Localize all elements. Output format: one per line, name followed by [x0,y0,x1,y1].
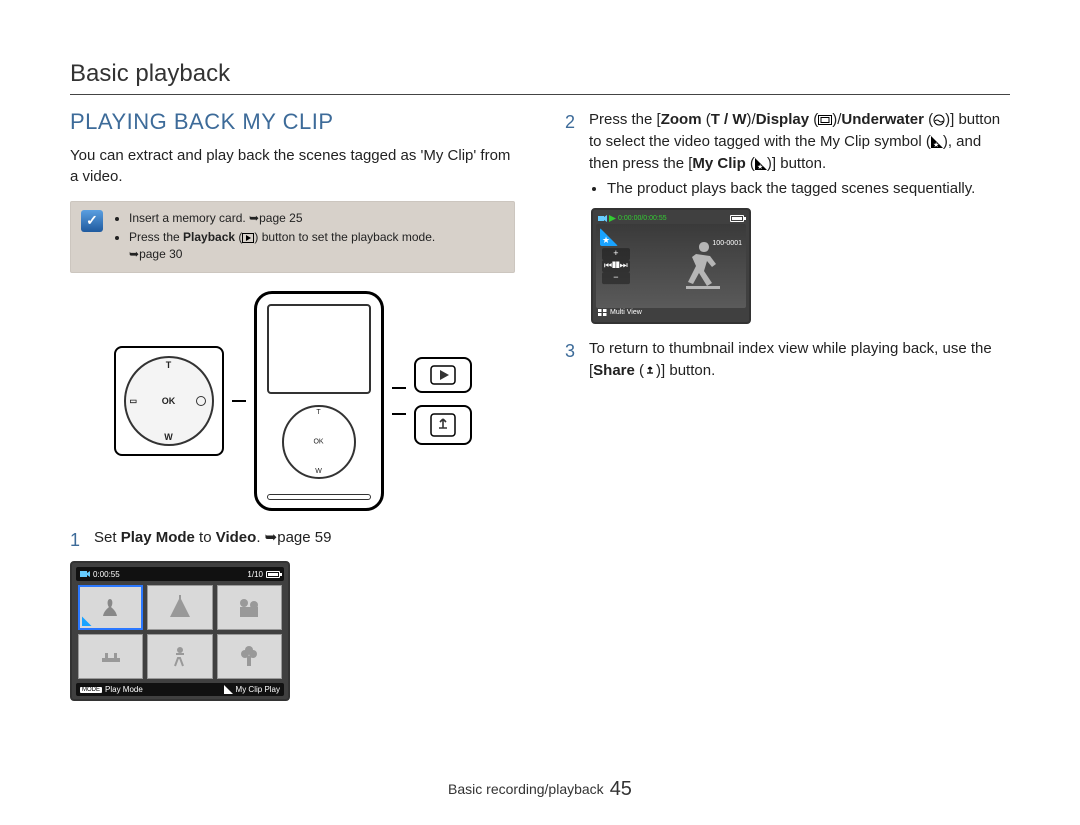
underwater-icon [933,114,945,126]
battery-icon [730,215,744,222]
play-status-icon [609,215,616,222]
myclip-tag-icon [600,228,618,246]
note-item: Insert a memory card. ➥page 25 [129,210,435,227]
myclip-tag-icon: ★ [931,136,943,148]
playback-button-callout [414,357,472,393]
note-box: ✓ Insert a memory card. ➥page 25 Press t… [70,201,515,273]
underwater-icon [196,396,206,406]
myclip-tag-icon [82,616,92,626]
myclip-icon: ★ [755,158,767,170]
left-column: PLAYING BACK MY CLIP You can extract and… [70,109,515,701]
arrow-icon: ➥ [129,246,139,263]
display-icon: ▭ [130,397,138,406]
mode-badge: MODE [80,687,102,693]
arrow-icon: ➥ [249,210,259,227]
arrow-icon: ➥ [265,527,278,549]
myclip-icon [224,685,233,694]
page-footer: Basic recording/playback45 [0,778,1080,801]
battery-icon [266,571,280,578]
playback-icon [242,233,254,243]
camera-body: T W OK [254,291,384,511]
video-mode-icon [598,214,607,223]
note-item: Press the Playback () button to set the … [129,229,435,263]
section-title: PLAYING BACK MY CLIP [70,109,515,135]
share-icon [644,365,656,377]
display-icon [818,115,832,125]
playback-controls: + ⏮❚❚⏭ − [602,248,630,284]
svg-text:★: ★ [933,141,939,148]
svg-text:★: ★ [757,163,763,170]
share-button-callout [414,405,472,445]
thumbnail-view-screenshot: 0:00:55 1/10 MODEPlay Mode My Clip Play [70,561,290,701]
divider [70,94,1010,95]
step-3: 3 To return to thumbnail index view whil… [565,338,1010,382]
playback-view-screenshot: 0:00:00/0:00:55 100-0001 + ⏮❚❚⏭ − [591,208,751,324]
right-column: 2 Press the [Zoom (T / W)/Display ()/Und… [565,109,1010,701]
section-intro: You can extract and play back the scenes… [70,145,515,187]
video-mode-icon [80,569,90,579]
breadcrumb: Basic playback [70,60,1010,88]
skater-silhouette [674,234,734,294]
check-icon: ✓ [81,210,103,232]
dpad-callout: OK T W ▭ [114,346,224,456]
device-illustration: OK T W ▭ T W OK [70,291,515,511]
multiview-icon [598,309,607,316]
step-1: 1 Set Play Mode to Video. ➥page 59 [70,527,515,553]
step-2: 2 Press the [Zoom (T / W)/Display ()/Und… [565,109,1010,200]
